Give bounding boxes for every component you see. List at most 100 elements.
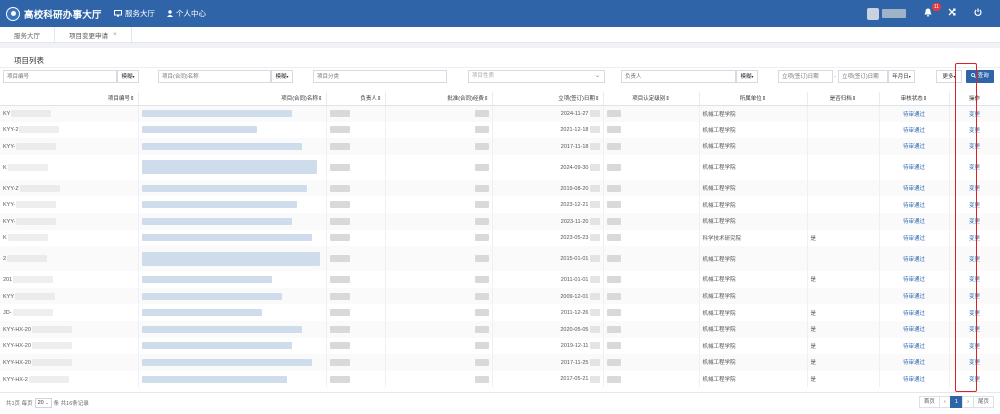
project-category-input[interactable] — [313, 70, 447, 83]
table-row[interactable]: KYY- 2017-11-18 机械工程学院 待审通过 变更 — [0, 138, 1000, 155]
status-cell-text[interactable]: 待审通过 — [903, 219, 925, 225]
last-page-button[interactable]: 尾页 — [972, 396, 994, 408]
status-cell-text[interactable]: 待审通过 — [903, 294, 925, 300]
change-link-text[interactable]: 变更 — [969, 327, 980, 333]
change-link[interactable]: 变更 — [949, 212, 1000, 230]
status-cell[interactable]: 待审通过 — [879, 229, 950, 247]
table-row[interactable]: K 2023-05-23 科学技术研究院 是 待审通过 变更 — [0, 229, 1000, 247]
status-cell[interactable]: 待审通过 — [879, 179, 950, 197]
status-cell[interactable]: 待审通过 — [879, 370, 950, 388]
col-project-no-header[interactable]: 项目编号⇕ — [0, 92, 139, 106]
table-row[interactable]: KYY- 2023-11-20 机械工程学院 待审通过 变更 — [0, 212, 1000, 230]
status-cell-text[interactable]: 待审通过 — [903, 277, 925, 283]
table-row[interactable]: KYY-HX-20 2020-05-05 机械工程学院 是 待审通过 变更 — [0, 320, 1000, 338]
status-cell[interactable]: 待审通过 — [879, 287, 950, 305]
more-filters-button[interactable]: 更多▾ — [936, 70, 962, 83]
change-link-text[interactable]: 变更 — [969, 112, 980, 118]
change-link-text[interactable]: 变更 — [969, 257, 980, 263]
change-link[interactable]: 变更 — [949, 271, 1000, 288]
leader-input[interactable] — [621, 70, 736, 83]
change-link[interactable]: 变更 — [949, 105, 1000, 122]
table-row[interactable]: K 2024-09-30 机械工程学院 待审通过 变更 — [0, 154, 1000, 180]
change-link-text[interactable]: 变更 — [969, 219, 980, 225]
status-cell[interactable]: 待审通过 — [879, 337, 950, 355]
change-link-text[interactable]: 变更 — [969, 186, 980, 192]
change-link-text[interactable]: 变更 — [969, 144, 980, 150]
table-row[interactable]: KY 2024-11-27 机械工程学院 待审通过 变更 — [0, 105, 1000, 122]
col-level-header[interactable]: 项目认定级别⇕ — [603, 92, 700, 106]
project-name-input[interactable] — [158, 70, 271, 83]
status-cell[interactable]: 待审通过 — [879, 138, 950, 155]
project-name-mode-select[interactable]: 模糊▾ — [271, 70, 293, 83]
status-cell-text[interactable]: 待审通过 — [903, 377, 925, 383]
change-link[interactable]: 变更 — [949, 154, 1000, 180]
nav-service-hall[interactable]: 服务大厅 — [114, 8, 155, 19]
table-row[interactable]: 201 2011-01-01 机械工程学院 是 待审通过 变更 — [0, 271, 1000, 288]
status-cell-text[interactable]: 待审通过 — [903, 311, 925, 317]
status-cell[interactable]: 待审通过 — [879, 105, 950, 122]
table-row[interactable]: KYY- 2023-12-21 机械工程学院 待审通过 变更 — [0, 196, 1000, 213]
change-link-text[interactable]: 变更 — [969, 360, 980, 366]
col-funding-header[interactable]: 批准(合同)经费⇕ — [385, 92, 493, 106]
change-link[interactable]: 变更 — [949, 304, 1000, 321]
date-end-input[interactable] — [838, 70, 888, 83]
date-start-input[interactable] — [778, 70, 833, 83]
avatar[interactable] — [867, 7, 879, 20]
status-cell-text[interactable]: 待审通过 — [903, 203, 925, 209]
notification-button[interactable]: 11 — [924, 2, 941, 20]
status-cell-text[interactable]: 待审通过 — [903, 344, 925, 350]
table-row[interactable]: KYY-HX-2 2017-05-21 机械工程学院 是 待审通过 变更 — [0, 370, 1000, 388]
change-link[interactable]: 变更 — [949, 287, 1000, 305]
table-row[interactable]: KYY-HX-20 2017-11-25 机械工程学院 是 待审通过 变更 — [0, 354, 1000, 371]
status-cell-text[interactable]: 待审通过 — [903, 327, 925, 333]
change-link-text[interactable]: 变更 — [969, 277, 980, 283]
status-cell[interactable]: 待审通过 — [879, 196, 950, 213]
logout-button[interactable] — [974, 8, 982, 19]
page-size-select[interactable]: 20 ⌄ — [34, 398, 52, 408]
status-cell[interactable]: 待审通过 — [879, 246, 950, 272]
change-link[interactable]: 变更 — [949, 138, 1000, 155]
change-link[interactable]: 变更 — [949, 179, 1000, 197]
status-cell[interactable]: 待审通过 — [879, 212, 950, 230]
table-row[interactable]: KYY-HX-20 2019-12-11 机械工程学院 是 待审通过 变更 — [0, 337, 1000, 355]
status-cell-text[interactable]: 待审通过 — [903, 236, 925, 242]
change-link-text[interactable]: 变更 — [969, 236, 980, 242]
status-cell-text[interactable]: 待审通过 — [903, 128, 925, 134]
status-cell[interactable]: 待审通过 — [879, 354, 950, 371]
col-status-header[interactable]: 审核状态⇕ — [879, 92, 950, 106]
query-button[interactable]: 查询 — [966, 70, 994, 83]
app-logo[interactable]: 高校科研办事大厅 — [6, 6, 102, 21]
status-cell-text[interactable]: 待审通过 — [903, 186, 925, 192]
table-row[interactable]: KYY-2 2021-12-18 机械工程学院 待审通过 变更 — [0, 121, 1000, 139]
username-redacted[interactable] — [882, 9, 906, 18]
first-page-button[interactable]: 首页 — [918, 396, 940, 408]
status-cell-text[interactable]: 待审通过 — [903, 257, 925, 263]
change-link-text[interactable]: 变更 — [969, 165, 980, 171]
col-archived-header[interactable]: 是否归档⇕ — [807, 92, 880, 106]
table-row[interactable]: KYY-Z 2019-08-20 机械工程学院 待审通过 变更 — [0, 179, 1000, 197]
date-granularity-select[interactable]: 年月日▾ — [888, 70, 915, 83]
change-link[interactable]: 变更 — [949, 229, 1000, 247]
status-cell-text[interactable]: 待审通过 — [903, 144, 925, 150]
change-link[interactable]: 变更 — [949, 320, 1000, 338]
change-link-text[interactable]: 变更 — [969, 203, 980, 209]
shuffle-button[interactable] — [948, 8, 956, 19]
change-link[interactable]: 变更 — [949, 370, 1000, 388]
close-icon[interactable]: × — [113, 31, 117, 38]
change-link-text[interactable]: 变更 — [969, 377, 980, 383]
status-cell[interactable]: 待审通过 — [879, 304, 950, 321]
col-date-header[interactable]: 立项(签订)日期⇕ — [492, 92, 604, 106]
col-unit-header[interactable]: 所属单位⇕ — [699, 92, 808, 106]
change-link-text[interactable]: 变更 — [969, 294, 980, 300]
col-leader-header[interactable]: 负责人⇕ — [326, 92, 386, 106]
status-cell[interactable]: 待审通过 — [879, 121, 950, 139]
change-link-text[interactable]: 变更 — [969, 311, 980, 317]
nav-personal-center[interactable]: 个人中心 — [167, 8, 206, 19]
change-link[interactable]: 变更 — [949, 196, 1000, 213]
table-row[interactable]: JD- 2011-12-26 机械工程学院 是 待审通过 变更 — [0, 304, 1000, 321]
change-link-text[interactable]: 变更 — [969, 344, 980, 350]
project-nature-select[interactable]: 项目性质 ⌄ — [468, 70, 605, 83]
change-link[interactable]: 变更 — [949, 121, 1000, 139]
status-cell[interactable]: 待审通过 — [879, 271, 950, 288]
change-link[interactable]: 变更 — [949, 354, 1000, 371]
